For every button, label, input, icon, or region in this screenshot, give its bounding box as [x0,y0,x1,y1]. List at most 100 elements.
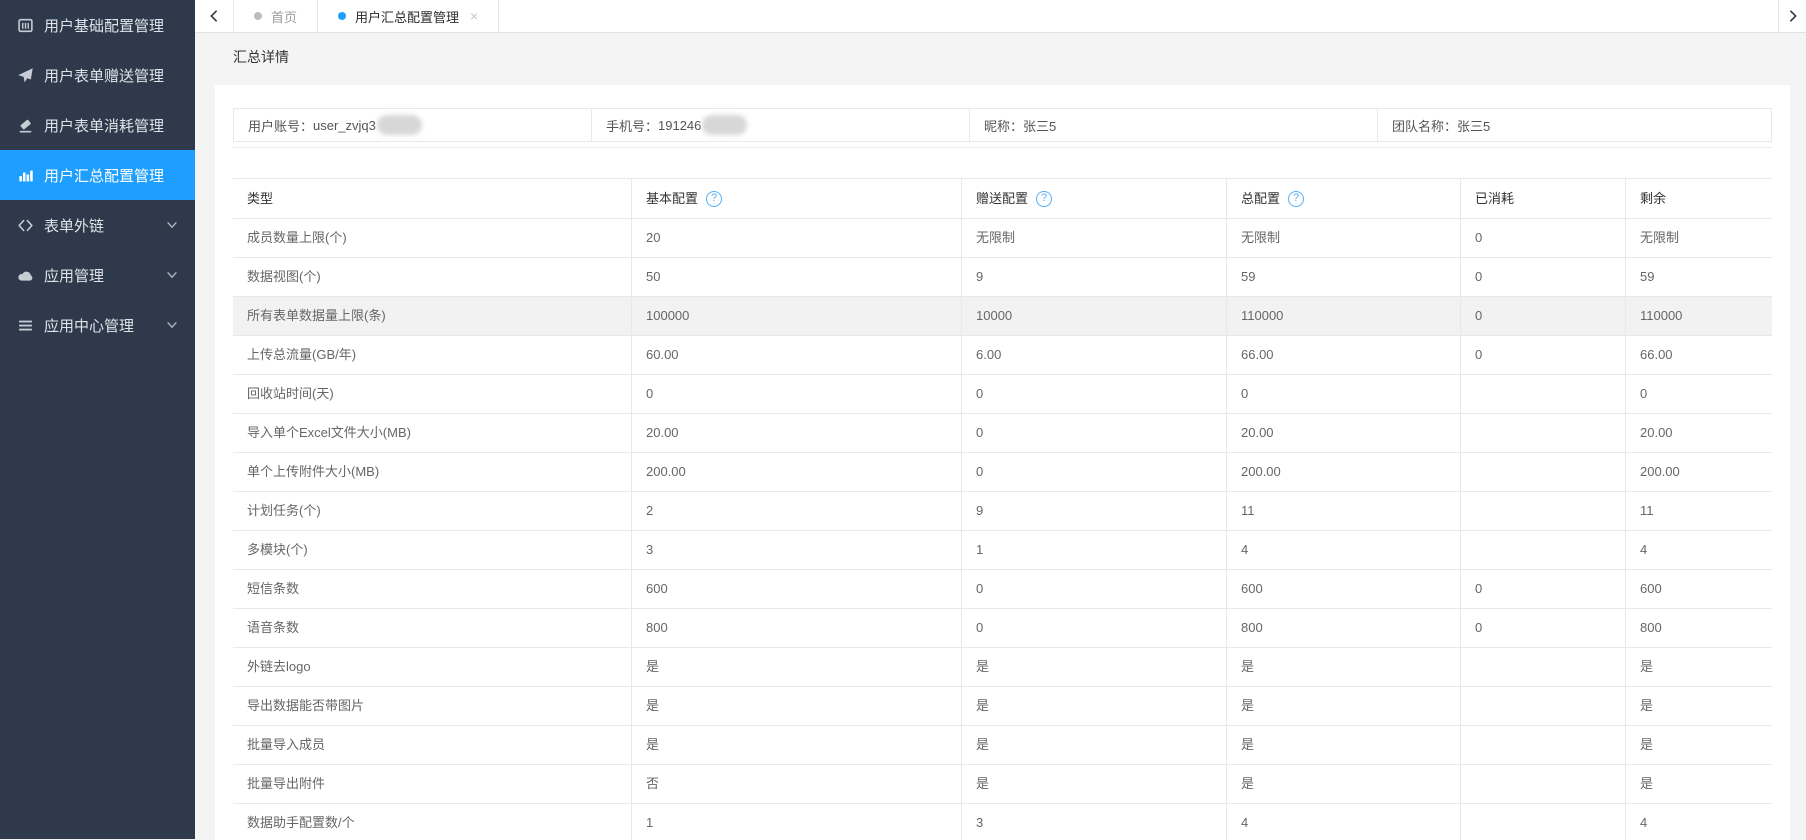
sidebar-item-2[interactable]: 用户表单赠送管理 [0,50,195,100]
cell-gift: 0 [962,570,1227,608]
cell-basic: 是 [632,687,962,725]
column-header-consumed: 已消耗 [1461,179,1626,218]
table-row[interactable]: 语音条数80008000800 [233,609,1772,648]
table-row[interactable]: 外链去logo是是是是 [233,648,1772,687]
cell-type: 数据视图(个) [233,258,632,296]
cell-type: 回收站时间(天) [233,375,632,413]
column-header-basic: 基本配置? [632,179,962,218]
sidebar-item-6[interactable]: 应用管理 [0,250,195,300]
cell-remaining: 无限制 [1626,219,1772,257]
eraser-icon [17,117,34,134]
cell-gift: 0 [962,453,1227,491]
tab-1[interactable]: 首页 [234,0,318,32]
cell-total: 66.00 [1227,336,1461,374]
sidebar-item-7[interactable]: 应用中心管理 [0,300,195,350]
cell-gift: 0 [962,375,1227,413]
table-row[interactable]: 成员数量上限(个)20无限制无限制0无限制 [233,219,1772,258]
table-row[interactable]: 上传总流量(GB/年)60.006.0066.00066.00 [233,336,1772,375]
cell-type: 导入单个Excel文件大小(MB) [233,414,632,452]
cell-remaining: 11 [1626,492,1772,530]
sidebar-item-5[interactable]: 表单外链 [0,200,195,250]
user-info-field-4: 团队名称：张三5 [1378,109,1771,141]
cell-gift: 3 [962,804,1227,840]
cell-gift: 1 [962,531,1227,569]
content-area: 汇总详情 用户账号：user_zvjq3手机号：191246昵称：张三5团队名称… [195,34,1806,839]
bar-chart-icon [17,167,34,184]
cell-remaining: 800 [1626,609,1772,647]
cell-gift: 是 [962,648,1227,686]
table-row[interactable]: 导入单个Excel文件大小(MB)20.00020.0020.00 [233,414,1772,453]
info-label: 昵称： [984,116,1023,135]
table-row[interactable]: 导出数据能否带图片是是是是 [233,687,1772,726]
cell-basic: 20.00 [632,414,962,452]
cell-type: 所有表单数据量上限(条) [233,297,632,335]
tab-label: 首页 [271,7,297,26]
help-icon[interactable]: ? [1288,191,1304,207]
cell-gift: 0 [962,414,1227,452]
chevron-left-icon [207,9,221,23]
cell-total: 800 [1227,609,1461,647]
table-row[interactable]: 回收站时间(天)0000 [233,375,1772,414]
cell-consumed: 0 [1461,570,1626,608]
close-icon[interactable]: × [470,9,478,23]
cell-type: 成员数量上限(个) [233,219,632,257]
cell-type: 计划任务(个) [233,492,632,530]
cell-basic: 是 [632,648,962,686]
cell-total: 是 [1227,648,1461,686]
table-row[interactable]: 批量导出附件否是是是 [233,765,1772,804]
cell-remaining: 66.00 [1626,336,1772,374]
sidebar: 用户基础配置管理用户表单赠送管理用户表单消耗管理用户汇总配置管理表单外链应用管理… [0,0,195,839]
tab-status-dot [254,12,262,20]
chevron-down-icon [165,218,179,232]
cell-type: 多模块(个) [233,531,632,569]
info-value: user_zvjq3 [313,118,376,133]
cell-basic: 100000 [632,297,962,335]
sidebar-item-label: 用户表单赠送管理 [44,65,179,86]
tabs-scroll-right-button[interactable] [1778,0,1806,32]
cell-basic: 3 [632,531,962,569]
tab-status-dot [338,12,346,20]
sidebar-item-1[interactable]: 用户基础配置管理 [0,0,195,50]
column-header-type: 类型 [233,179,632,218]
cell-remaining: 是 [1626,648,1772,686]
table-row[interactable]: 所有表单数据量上限(条)100000100001100000110000 [233,297,1772,336]
table-row[interactable]: 短信条数60006000600 [233,570,1772,609]
cell-consumed [1461,453,1626,491]
help-icon[interactable]: ? [706,191,722,207]
cell-basic: 2 [632,492,962,530]
cell-gift: 6.00 [962,336,1227,374]
sidebar-item-label: 用户基础配置管理 [44,15,179,36]
cell-remaining: 200.00 [1626,453,1772,491]
chevron-down-icon [165,268,179,282]
cell-type: 批量导入成员 [233,726,632,764]
sidebar-item-label: 表单外链 [44,215,165,236]
table-row[interactable]: 多模块(个)3144 [233,531,1772,570]
cell-gift: 是 [962,765,1227,803]
cell-basic: 50 [632,258,962,296]
cell-basic: 20 [632,219,962,257]
tabbar-spacer [499,0,1778,32]
sidebar-item-4[interactable]: 用户汇总配置管理 [0,150,195,200]
cell-basic: 800 [632,609,962,647]
cell-remaining: 4 [1626,804,1772,840]
cell-consumed: 0 [1461,219,1626,257]
help-icon[interactable]: ? [1036,191,1052,207]
tab-2[interactable]: 用户汇总配置管理× [318,0,499,32]
table-row[interactable]: 数据助手配置数/个1344 [233,804,1772,840]
table-row[interactable]: 批量导入成员是是是是 [233,726,1772,765]
link-icon [17,217,34,234]
cell-total: 600 [1227,570,1461,608]
sidebar-item-3[interactable]: 用户表单消耗管理 [0,100,195,150]
tabs-scroll-left-button[interactable] [195,0,234,32]
cell-remaining: 是 [1626,726,1772,764]
cell-consumed [1461,414,1626,452]
table-row[interactable]: 单个上传附件大小(MB)200.000200.00200.00 [233,453,1772,492]
summary-card: 用户账号：user_zvjq3手机号：191246昵称：张三5团队名称：张三5 … [215,85,1790,840]
cell-consumed [1461,375,1626,413]
cell-type: 上传总流量(GB/年) [233,336,632,374]
table-row[interactable]: 数据视图(个)50959059 [233,258,1772,297]
info-label: 手机号： [606,116,658,135]
table-row[interactable]: 计划任务(个)291111 [233,492,1772,531]
user-info-field-1: 用户账号：user_zvjq3 [234,109,592,141]
cell-total: 是 [1227,687,1461,725]
